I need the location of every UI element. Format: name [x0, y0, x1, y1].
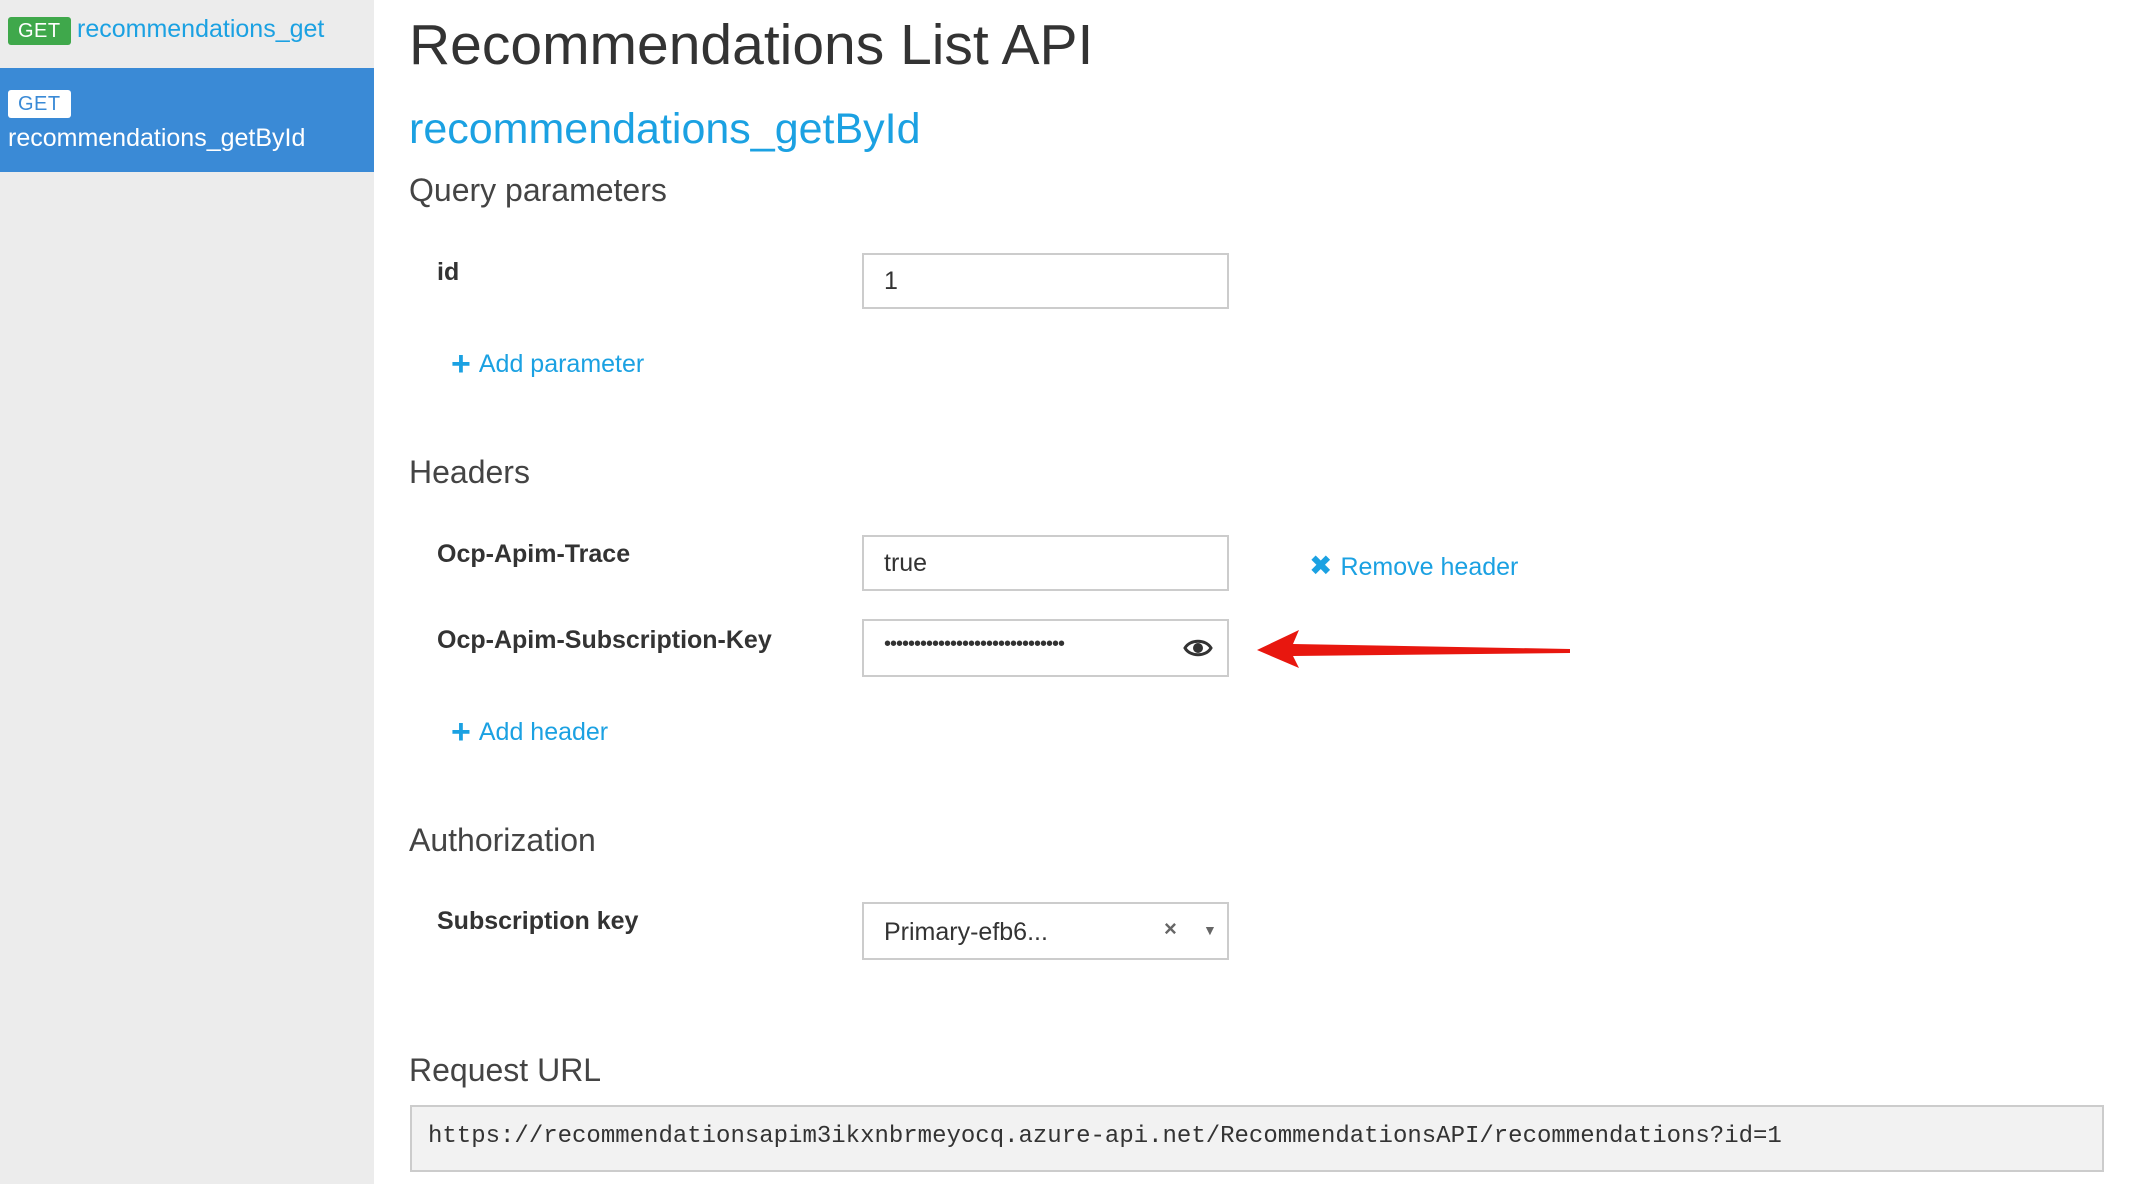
close-icon: ✖ [1309, 550, 1333, 581]
param-label-id: id [437, 258, 460, 286]
red-arrow [1257, 630, 1570, 668]
plus-icon: + [451, 713, 471, 751]
plus-icon: + [451, 345, 471, 383]
masked-value: •••••••••••••••••••••••••••••• [884, 633, 1065, 655]
operation-title: recommendations_getById [409, 105, 921, 153]
header-label-subscription-key: Ocp-Apim-Subscription-Key [437, 626, 772, 654]
add-header-link[interactable]: + Add header [451, 713, 609, 751]
header-input-subscription-key[interactable]: •••••••••••••••••••••••••••••• [862, 619, 1229, 677]
request-url-box: https://recommendationsapim3ikxnbrmeyocq… [410, 1105, 2104, 1172]
sidebar-item-label: recommendations_getById [8, 124, 306, 152]
remove-header-label: Remove header [1340, 553, 1519, 581]
query-parameters-heading: Query parameters [409, 172, 667, 208]
add-header-label: Add header [478, 718, 609, 746]
sidebar-item-recommendations-getbyid[interactable]: GET recommendations_getById [0, 68, 374, 172]
header-input-trace[interactable] [862, 535, 1229, 591]
sidebar-item-label: recommendations_get [77, 15, 325, 43]
subscription-key-select[interactable]: Primary-efb6... × ▼ [862, 902, 1229, 960]
clear-icon[interactable]: × [1164, 916, 1177, 942]
header-label-trace: Ocp-Apim-Trace [437, 540, 631, 568]
get-method-badge: GET [8, 90, 71, 118]
caret-down-icon[interactable]: ▼ [1203, 922, 1217, 938]
add-parameter-label: Add parameter [478, 350, 645, 378]
remove-header-link[interactable]: ✖ Remove header [1309, 549, 1518, 582]
subscription-key-label: Subscription key [437, 907, 639, 935]
sidebar-item-recommendations-get[interactable]: GET recommendations_get [0, 0, 374, 64]
add-parameter-link[interactable]: + Add parameter [451, 345, 645, 383]
headers-heading: Headers [409, 454, 530, 490]
page-title: Recommendations List API [409, 13, 1094, 77]
eye-icon[interactable] [1183, 635, 1213, 661]
param-input-id[interactable] [862, 253, 1229, 309]
sidebar: GET recommendations_get GET recommendati… [0, 0, 374, 1184]
request-url-heading: Request URL [409, 1052, 602, 1088]
subscription-key-value: Primary-efb6... [884, 918, 1048, 946]
get-method-badge: GET [8, 17, 71, 45]
authorization-heading: Authorization [409, 822, 596, 858]
